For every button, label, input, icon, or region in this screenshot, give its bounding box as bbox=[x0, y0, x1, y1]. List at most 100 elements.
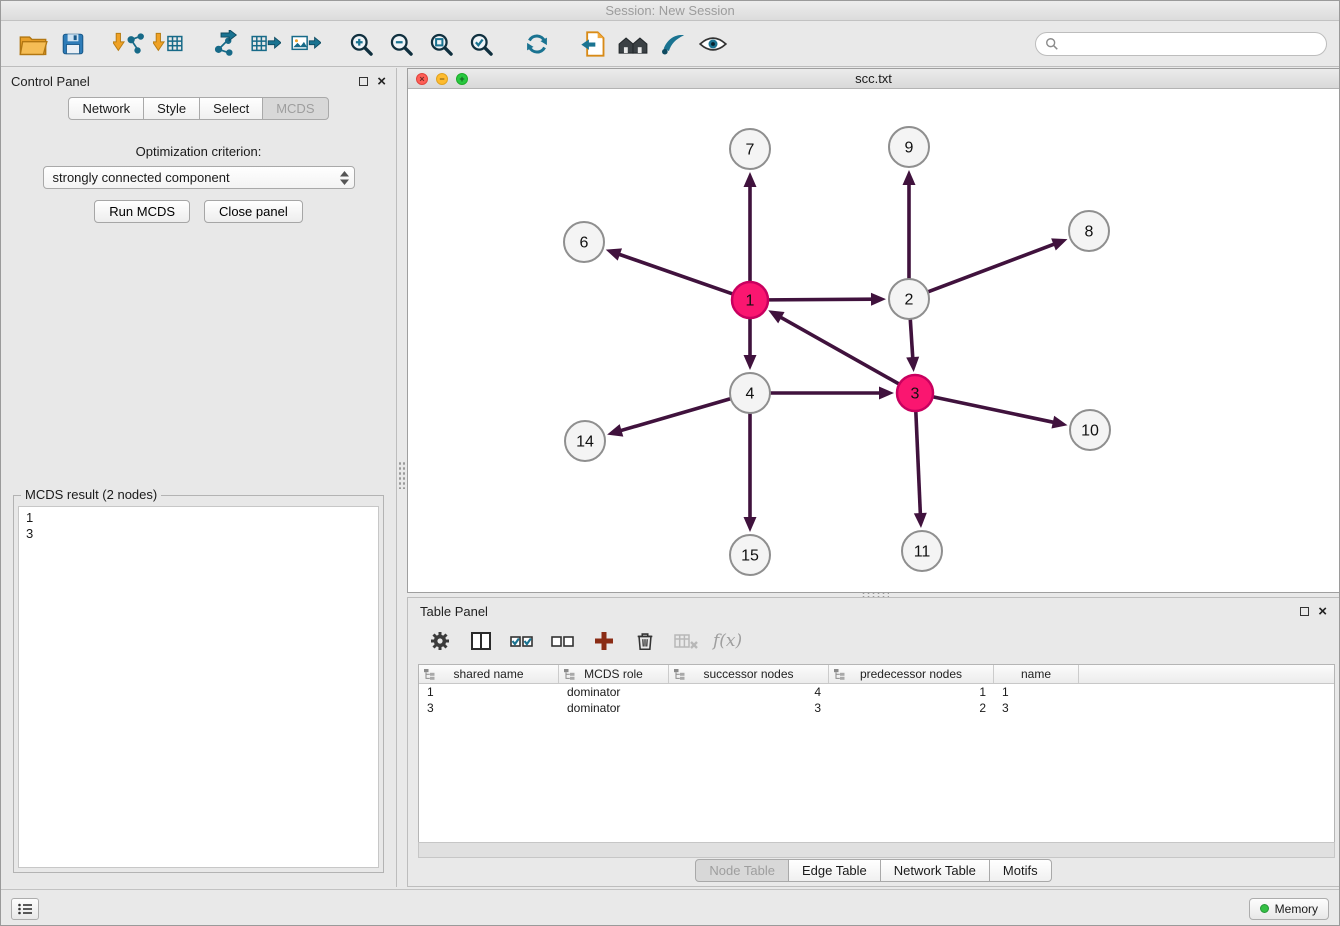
tab-node-table[interactable]: Node Table bbox=[695, 859, 789, 882]
function-builder-button[interactable]: f(x) bbox=[713, 627, 742, 655]
close-panel-icon[interactable]: × bbox=[377, 77, 386, 86]
memory-button[interactable]: Memory bbox=[1249, 898, 1329, 920]
close-table-panel-icon[interactable]: × bbox=[1318, 607, 1327, 616]
show-columns-button[interactable] bbox=[467, 627, 495, 655]
mcds-result-text[interactable]: 1 3 bbox=[18, 506, 379, 868]
clipboard-document-icon bbox=[579, 30, 607, 58]
cell-name: 3 bbox=[994, 701, 1079, 715]
control-panel-tabs: Network Style Select MCDS bbox=[1, 97, 396, 120]
graph-edge-1-6[interactable] bbox=[618, 254, 733, 294]
search-input[interactable] bbox=[1065, 36, 1317, 52]
column-header-predecessor-nodes[interactable]: predecessor nodes bbox=[829, 665, 994, 683]
clipboard-import-button[interactable] bbox=[573, 25, 613, 63]
tab-edge-table[interactable]: Edge Table bbox=[788, 859, 881, 882]
graph-node-label: 9 bbox=[905, 140, 914, 157]
graph-node-label: 11 bbox=[914, 544, 931, 561]
result-line: 3 bbox=[26, 526, 371, 542]
graph-edge-2-3[interactable] bbox=[910, 319, 913, 359]
tab-network-table[interactable]: Network Table bbox=[880, 859, 990, 882]
edge-arrowhead-icon bbox=[744, 517, 757, 532]
export-network-button[interactable] bbox=[205, 25, 245, 63]
network-canvas[interactable]: 7968124314101511 bbox=[408, 89, 1339, 592]
tab-style[interactable]: Style bbox=[143, 97, 200, 120]
save-session-button[interactable] bbox=[53, 25, 93, 63]
graph-node-label: 15 bbox=[741, 548, 759, 565]
cell-name: 1 bbox=[994, 685, 1079, 699]
delete-columns-button[interactable] bbox=[672, 627, 700, 655]
graph-edge-4-14[interactable] bbox=[620, 399, 731, 431]
float-panel-icon[interactable] bbox=[359, 77, 368, 86]
zoom-fit-icon bbox=[428, 31, 455, 58]
close-window-icon[interactable]: × bbox=[416, 73, 428, 85]
run-mcds-button[interactable]: Run MCDS bbox=[94, 200, 190, 223]
tab-network[interactable]: Network bbox=[68, 97, 144, 120]
zoom-selected-icon bbox=[468, 31, 495, 58]
zoom-in-button[interactable] bbox=[341, 25, 381, 63]
criterion-dropdown-value: strongly connected component bbox=[53, 170, 339, 185]
table-header-row: shared name MCDS role successor nodes pr… bbox=[419, 665, 1334, 684]
export-image-button[interactable] bbox=[285, 25, 325, 63]
maximize-window-icon[interactable]: + bbox=[456, 73, 468, 85]
graph-edge-3-11[interactable] bbox=[916, 411, 921, 515]
mcds-result-groupbox: MCDS result (2 nodes) 1 3 bbox=[13, 495, 384, 873]
table-row[interactable]: 1 dominator 4 1 1 bbox=[419, 684, 1334, 700]
status-list-button[interactable] bbox=[11, 898, 39, 920]
network-window-title: scc.txt bbox=[855, 71, 892, 86]
criterion-dropdown[interactable]: strongly connected component bbox=[43, 166, 355, 189]
open-folder-icon bbox=[18, 31, 48, 57]
edge-arrowhead-icon bbox=[744, 355, 757, 370]
apply-layout-button[interactable] bbox=[517, 25, 557, 63]
tab-select[interactable]: Select bbox=[199, 97, 263, 120]
table-panel-header: Table Panel × bbox=[408, 598, 1339, 624]
export-network-icon bbox=[210, 30, 240, 58]
search-box[interactable] bbox=[1035, 32, 1327, 56]
delete-rows-button[interactable] bbox=[631, 627, 659, 655]
fx-icon: f(x) bbox=[713, 631, 742, 651]
select-all-icon bbox=[509, 630, 535, 652]
zoom-selected-button[interactable] bbox=[461, 25, 501, 63]
column-header-shared-name[interactable]: shared name bbox=[419, 665, 559, 683]
select-all-rows-button[interactable] bbox=[508, 627, 536, 655]
graph-edge-1-2[interactable] bbox=[768, 299, 873, 300]
open-session-button[interactable] bbox=[13, 25, 53, 63]
dropdown-stepper-icon bbox=[339, 170, 350, 186]
vertical-splitter-handle[interactable] bbox=[398, 461, 406, 489]
optimization-criterion-label: Optimization criterion: bbox=[1, 144, 396, 159]
search-icon bbox=[1045, 37, 1059, 51]
tab-motifs[interactable]: Motifs bbox=[989, 859, 1052, 882]
table-row[interactable]: 3 dominator 3 2 3 bbox=[419, 700, 1334, 716]
first-neighbors-button[interactable] bbox=[613, 25, 653, 63]
titlebar: Session: New Session bbox=[1, 1, 1339, 21]
import-network-button[interactable] bbox=[109, 25, 149, 63]
apply-style-button[interactable] bbox=[653, 25, 693, 63]
edge-arrowhead-icon bbox=[906, 357, 919, 372]
zoom-out-button[interactable] bbox=[381, 25, 421, 63]
graph-edge-3-10[interactable] bbox=[933, 397, 1055, 423]
tab-mcds[interactable]: MCDS bbox=[262, 97, 328, 120]
network-canvas-svg[interactable]: 7968124314101511 bbox=[408, 89, 1339, 593]
table-settings-button[interactable] bbox=[426, 627, 454, 655]
show-hide-button[interactable] bbox=[693, 25, 733, 63]
add-row-button[interactable] bbox=[590, 627, 618, 655]
list-icon bbox=[17, 902, 33, 916]
graph-edge-2-8[interactable] bbox=[928, 244, 1056, 292]
import-table-button[interactable] bbox=[149, 25, 189, 63]
minimize-window-icon[interactable]: − bbox=[436, 73, 448, 85]
column-header-successor-nodes[interactable]: successor nodes bbox=[669, 665, 829, 683]
column-header-name[interactable]: name bbox=[994, 665, 1079, 683]
table-scroll-strip[interactable] bbox=[418, 842, 1335, 858]
main-toolbar bbox=[1, 22, 1339, 67]
close-panel-button[interactable]: Close panel bbox=[204, 200, 303, 223]
graph-node-label: 4 bbox=[746, 386, 755, 403]
column-edit-icon bbox=[673, 668, 685, 683]
control-panel-header: Control Panel × bbox=[1, 68, 396, 94]
float-table-panel-icon[interactable] bbox=[1300, 607, 1309, 616]
graph-edge-3-1[interactable] bbox=[780, 317, 900, 384]
export-table-button[interactable] bbox=[245, 25, 285, 63]
unselect-all-rows-button[interactable] bbox=[549, 627, 577, 655]
column-header-mcds-role[interactable]: MCDS role bbox=[559, 665, 669, 683]
zoom-fit-button[interactable] bbox=[421, 25, 461, 63]
unselect-all-icon bbox=[550, 630, 576, 652]
cell-mcds-role: dominator bbox=[559, 701, 669, 715]
plus-icon bbox=[592, 629, 616, 653]
